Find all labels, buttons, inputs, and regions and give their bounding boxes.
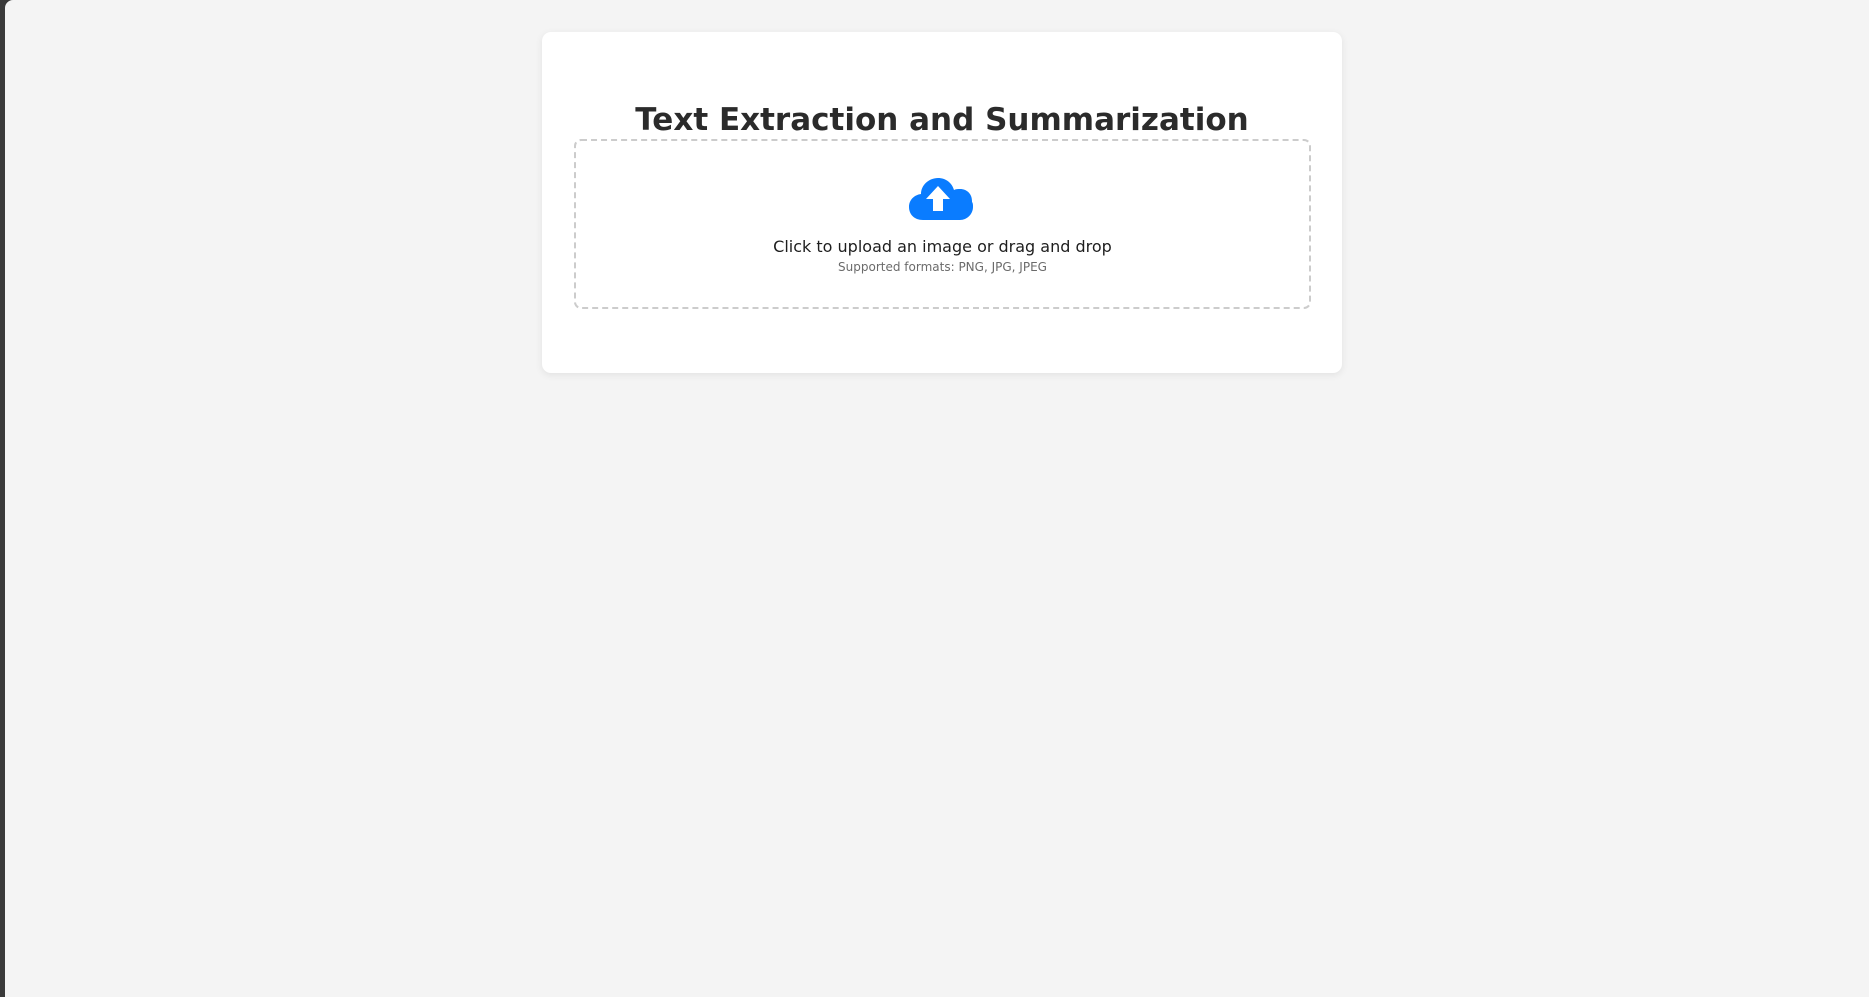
supported-formats: Supported formats: PNG, JPG, JPEG [838, 260, 1047, 274]
main-card: Text Extraction and Summarization Click … [542, 32, 1342, 373]
upload-prompt: Click to upload an image or drag and dro… [773, 237, 1112, 256]
app-viewport: Text Extraction and Summarization Click … [5, 0, 1869, 997]
page-title: Text Extraction and Summarization [635, 102, 1249, 138]
cloud-upload-icon [909, 178, 973, 220]
image-upload-dropzone[interactable]: Click to upload an image or drag and dro… [574, 139, 1311, 309]
